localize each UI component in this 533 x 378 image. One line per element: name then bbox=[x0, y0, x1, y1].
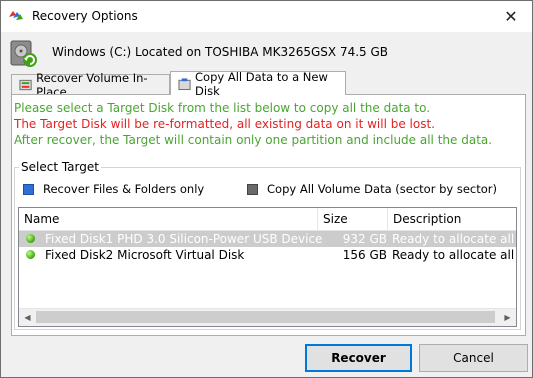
tab-copy-all-data[interactable]: Copy All Data to a New Disk bbox=[170, 69, 346, 98]
info-message-single-partition: After recover, the Target will contain o… bbox=[14, 133, 493, 147]
disk-status-icon bbox=[26, 250, 35, 259]
scroll-right-icon[interactable]: ▶ bbox=[499, 309, 516, 326]
tab-label: Copy All Data to a New Disk bbox=[195, 69, 328, 98]
scroll-left-icon[interactable]: ◀ bbox=[19, 309, 36, 326]
disk-description: Ready to allocate all volume data bbox=[392, 248, 516, 262]
radio-label: Copy All Volume Data (sector by sector) bbox=[267, 182, 497, 196]
column-header-description[interactable]: Description bbox=[393, 212, 461, 226]
disk-size: 932 GB bbox=[342, 232, 387, 246]
column-header-size[interactable]: Size bbox=[323, 212, 348, 226]
scroll-thumb[interactable] bbox=[36, 311, 495, 323]
radio-indicator[interactable] bbox=[247, 183, 258, 195]
radio-label: Recover Files & Folders only bbox=[43, 182, 205, 196]
list-row-disk1[interactable]: Fixed Disk1 PHD 3.0 Silicon-Power USB De… bbox=[19, 231, 516, 247]
copy-disk-icon bbox=[178, 77, 191, 90]
radio-recover-files-folders[interactable]: Recover Files & Folders only bbox=[23, 182, 204, 196]
disk-name: Fixed Disk1 PHD 3.0 Silicon-Power USB De… bbox=[45, 232, 323, 246]
radio-selected-indicator[interactable] bbox=[23, 183, 34, 195]
list-row-disk2[interactable]: Fixed Disk2 Microsoft Virtual Disk 156 G… bbox=[19, 247, 516, 263]
column-separator[interactable] bbox=[317, 208, 318, 230]
source-drive-label: Windows (C:) Located on TOSHIBA MK3265GS… bbox=[52, 45, 389, 59]
window-title: Recovery Options bbox=[32, 9, 138, 23]
column-separator[interactable] bbox=[387, 208, 388, 230]
close-icon: ✕ bbox=[504, 7, 518, 26]
warning-message-reformat: The Target Disk will be re-formatted, al… bbox=[14, 117, 435, 131]
recover-button[interactable]: Recover bbox=[305, 344, 412, 372]
disk-name: Fixed Disk2 Microsoft Virtual Disk bbox=[45, 248, 245, 262]
horizontal-scrollbar[interactable]: ◀ ▶ bbox=[19, 308, 516, 326]
disk-description: Ready to allocate all volume data bbox=[392, 232, 516, 246]
title-bar[interactable]: Recovery Options ✕ bbox=[1, 1, 532, 32]
recovery-options-dialog: Recovery Options ✕ Windows (C:) Located … bbox=[0, 0, 533, 378]
cancel-button[interactable]: Cancel bbox=[419, 344, 528, 372]
tab-recover-volume-in-place[interactable]: Recover Volume In-Place bbox=[11, 71, 170, 99]
disk-status-icon bbox=[26, 234, 35, 243]
column-header-name[interactable]: Name bbox=[24, 212, 59, 226]
hard-drive-recovery-icon bbox=[10, 40, 37, 67]
app-logo-icon bbox=[9, 11, 23, 20]
list-header: Name Size Description bbox=[19, 208, 516, 231]
close-button[interactable]: ✕ bbox=[490, 1, 532, 32]
radio-copy-volume-data[interactable]: Copy All Volume Data (sector by sector) bbox=[247, 182, 497, 196]
disk-size: 156 GB bbox=[342, 248, 387, 262]
volume-icon bbox=[19, 79, 32, 90]
target-disk-list[interactable]: Name Size Description Fixed Disk1 PHD 3.… bbox=[18, 207, 517, 327]
select-target-label: Select Target bbox=[19, 160, 101, 174]
info-message-select: Please select a Target Disk from the lis… bbox=[14, 101, 431, 115]
